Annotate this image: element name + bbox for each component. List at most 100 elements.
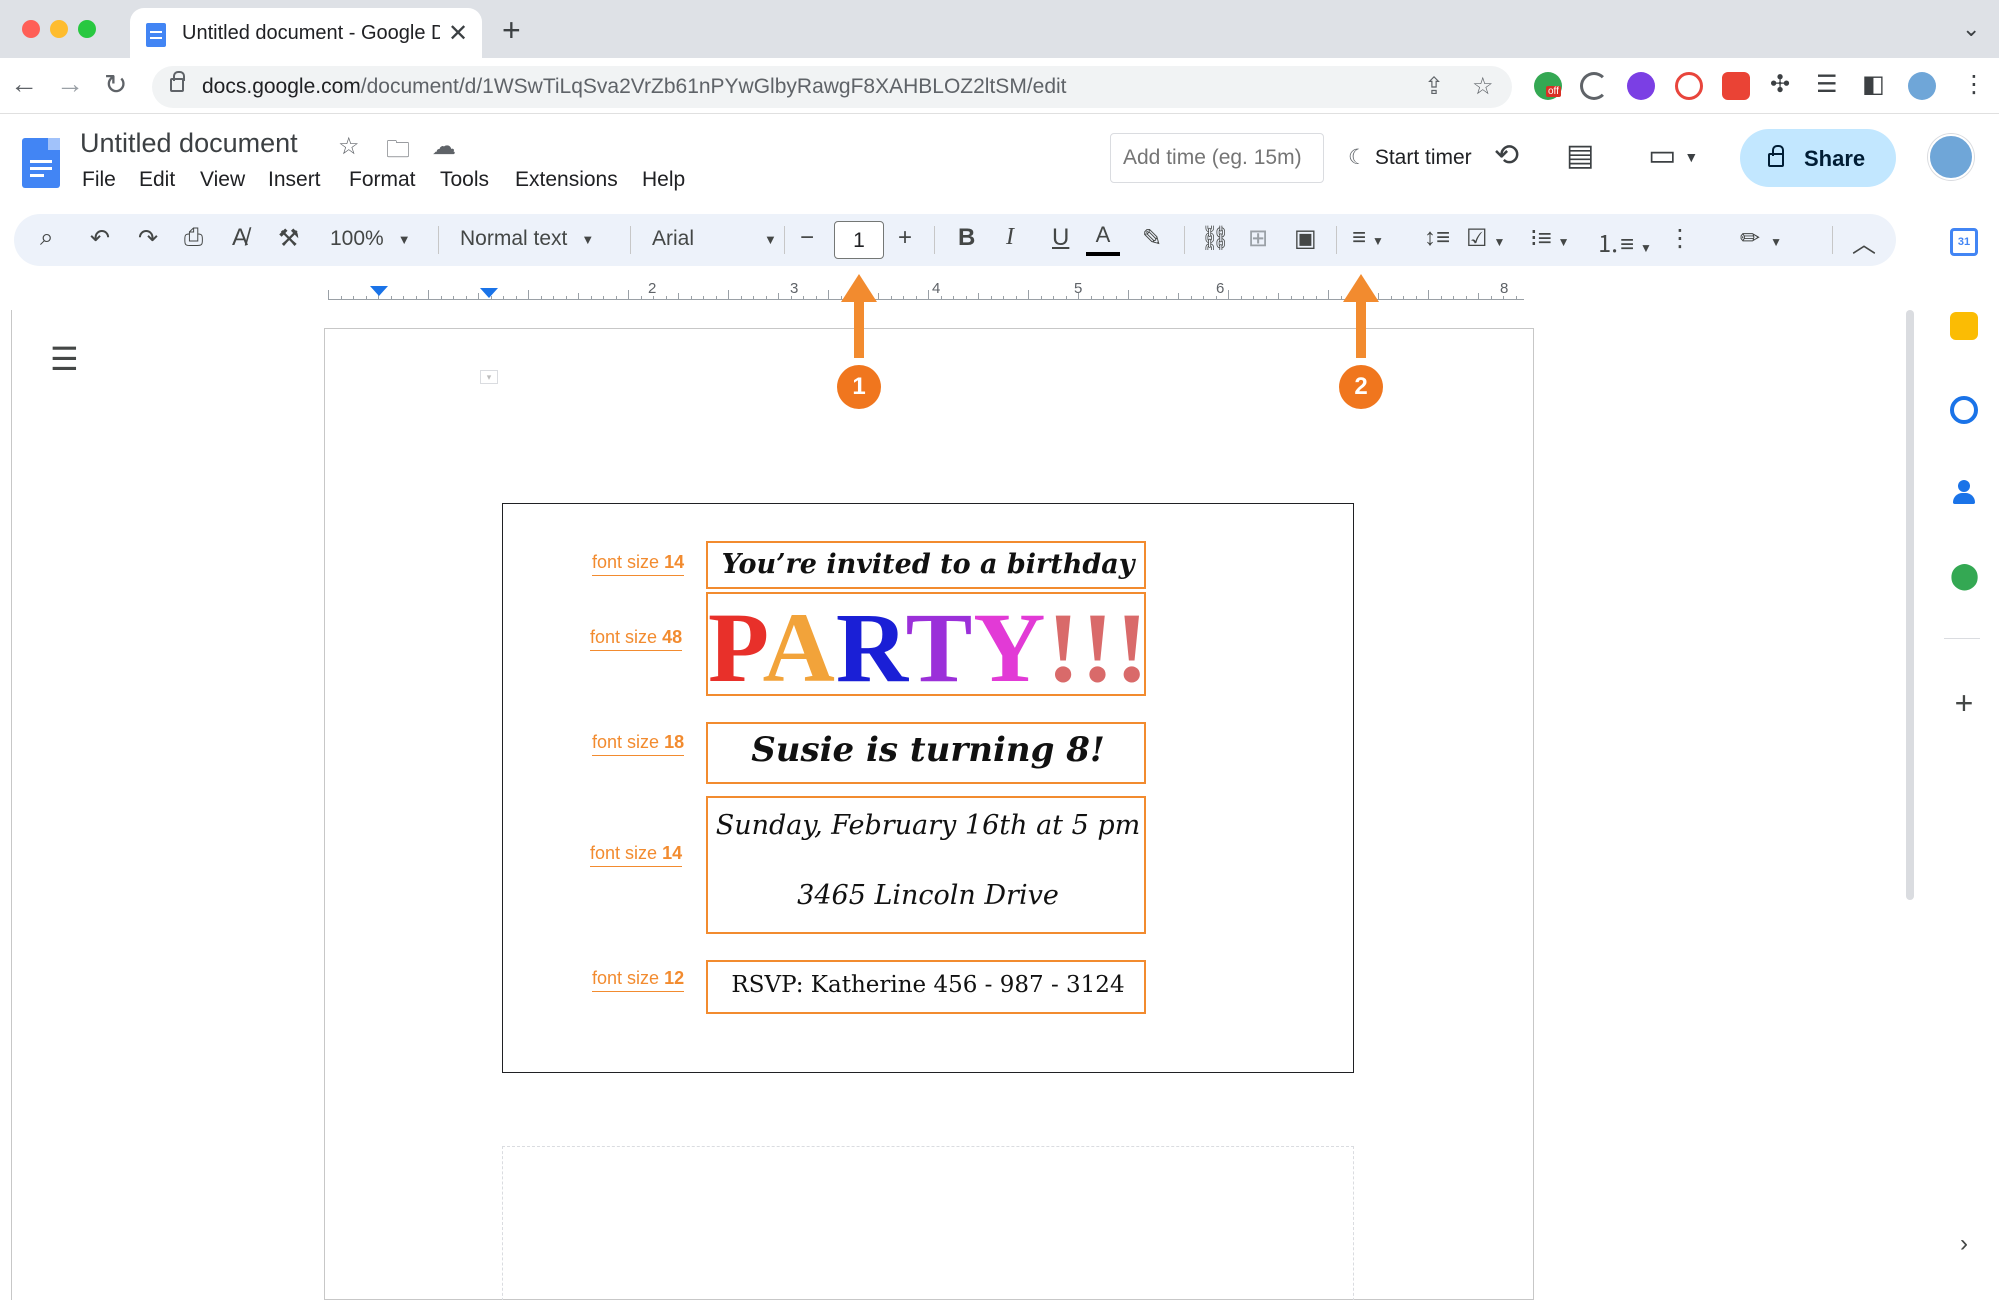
ruler-tick: [940, 296, 942, 300]
extension-grammarly-icon[interactable]: off: [1534, 72, 1562, 100]
paint-format-icon[interactable]: ⚒: [278, 224, 300, 253]
highlight-color-icon[interactable]: ✎: [1142, 224, 1162, 253]
ruler-tick: [890, 296, 892, 300]
add-addon-plus-icon[interactable]: +: [1950, 687, 1978, 719]
checklist-icon[interactable]: ☑ ▼: [1466, 224, 1505, 253]
calendar-icon[interactable]: 31: [1950, 228, 1978, 256]
window-close-button[interactable]: [22, 20, 40, 38]
expand-panel-chevron-icon[interactable]: ›: [1950, 1230, 1978, 1258]
undo-icon[interactable]: ↶: [90, 224, 110, 253]
bulleted-list-icon[interactable]: ⁝≡ ▼: [1530, 224, 1570, 253]
font-dropdown[interactable]: Arial ▼: [652, 227, 777, 251]
left-indent-marker[interactable]: [370, 286, 388, 296]
extension-ring-icon[interactable]: [1675, 72, 1703, 100]
decrease-font-size-button[interactable]: −: [800, 224, 814, 252]
ruler-tick: [1390, 296, 1392, 300]
reading-list-icon[interactable]: ☰: [1816, 70, 1838, 99]
forward-arrow-icon[interactable]: →: [56, 68, 84, 100]
video-camera-icon[interactable]: ▭ ▼: [1648, 138, 1698, 173]
font-size-input[interactable]: 1: [834, 221, 884, 259]
insert-link-icon[interactable]: ⛓: [1200, 224, 1230, 253]
profile-avatar[interactable]: [1908, 72, 1936, 100]
ruler-tick: [778, 293, 779, 300]
history-icon[interactable]: ⟲: [1494, 138, 1519, 173]
menu-extensions[interactable]: Extensions: [515, 168, 618, 192]
spellcheck-icon[interactable]: A̸: [232, 224, 248, 252]
tab-search-icon[interactable]: ⌄: [1962, 16, 1980, 42]
menu-file[interactable]: File: [82, 168, 116, 192]
vertical-scrollbar[interactable]: [1906, 310, 1914, 900]
ruler-tick: [403, 296, 404, 300]
search-menus-icon[interactable]: ⌕: [40, 224, 53, 252]
close-tab-icon[interactable]: ✕: [448, 19, 468, 48]
side-panel-icon[interactable]: ◧: [1862, 70, 1885, 99]
tab-title: Untitled document - Google Docs: [182, 22, 440, 44]
menu-format[interactable]: Format: [349, 168, 416, 192]
italic-button[interactable]: I: [1006, 224, 1014, 251]
align-left-icon[interactable]: ≡ ▼: [1352, 224, 1384, 252]
invite-line-text: You’re invited to a birthday: [721, 549, 1135, 580]
account-avatar[interactable]: [1928, 134, 1974, 180]
back-arrow-icon[interactable]: ←: [10, 68, 38, 100]
paragraph-style-dropdown[interactable]: Normal text ▼: [460, 227, 594, 251]
window-zoom-button[interactable]: [78, 20, 96, 38]
ruler-tick: [1315, 296, 1317, 300]
extension-w-icon[interactable]: [1627, 72, 1655, 100]
tasks-icon[interactable]: [1950, 396, 1978, 424]
redo-icon[interactable]: ↷: [138, 224, 158, 253]
menu-insert[interactable]: Insert: [268, 168, 321, 192]
vertical-ruler[interactable]: [0, 310, 12, 1300]
share-page-icon[interactable]: ⇪: [1424, 72, 1444, 101]
new-tab-button[interactable]: +: [502, 12, 521, 49]
reload-icon[interactable]: ↻: [104, 68, 127, 101]
menu-tools[interactable]: Tools: [440, 168, 489, 192]
lock-icon[interactable]: [170, 71, 185, 92]
menu-help[interactable]: Help: [642, 168, 685, 192]
menu-view[interactable]: View: [200, 168, 245, 192]
editing-mode-pencil-icon[interactable]: ✏ ▼: [1740, 224, 1782, 253]
line-spacing-icon[interactable]: ↕≡: [1424, 224, 1450, 252]
start-timer-button[interactable]: ☾ Start timer: [1348, 145, 1472, 170]
cloud-saved-icon[interactable]: ☁: [432, 132, 456, 161]
ruler-tick: [453, 296, 454, 300]
zoom-dropdown[interactable]: 100% ▼: [330, 227, 411, 251]
party-text: PARTY!!!: [708, 598, 1148, 698]
ruler-tick: [328, 290, 329, 300]
contacts-icon[interactable]: [1950, 478, 1978, 506]
first-line-indent-marker[interactable]: [480, 288, 498, 298]
text-color-button[interactable]: A: [1086, 222, 1120, 256]
hide-menus-chevron-up-icon[interactable]: ︿: [1852, 224, 1876, 259]
underline-button[interactable]: U: [1052, 224, 1069, 252]
comment-icon[interactable]: ▤: [1566, 138, 1594, 173]
ruler-tick: [1003, 296, 1004, 300]
ruler-tick: [903, 296, 904, 300]
increase-font-size-button[interactable]: +: [898, 224, 912, 252]
numbered-list-icon[interactable]: ⒈≡ ▼: [1596, 224, 1652, 259]
ruler-label: 3: [790, 280, 799, 297]
bookmark-star-icon[interactable]: ☆: [1472, 72, 1494, 101]
browser-tab[interactable]: Untitled document - Google Docs ✕: [130, 8, 482, 58]
print-icon[interactable]: ⎙: [184, 224, 203, 252]
keep-icon[interactable]: [1950, 312, 1978, 340]
docs-logo-icon[interactable]: [22, 138, 60, 188]
window-minimize-button[interactable]: [50, 20, 68, 38]
more-options-icon[interactable]: ⋮: [1668, 224, 1692, 253]
document-title[interactable]: Untitled document: [80, 128, 298, 159]
bold-button[interactable]: B: [958, 224, 975, 252]
maps-pin-icon[interactable]: ⬤: [1950, 560, 1979, 590]
extension-shield-icon[interactable]: [1722, 72, 1750, 100]
menu-edit[interactable]: Edit: [139, 168, 175, 192]
extensions-puzzle-icon[interactable]: ✣: [1770, 70, 1790, 99]
star-icon[interactable]: ☆: [338, 132, 360, 161]
ruler-tick: [428, 290, 429, 300]
share-button[interactable]: Share: [1740, 129, 1896, 187]
address-bar[interactable]: docs.google.com/document/d/1WSwTiLqSva2V…: [152, 66, 1512, 108]
ruler-tick: [503, 296, 504, 300]
add-time-input[interactable]: [1110, 133, 1324, 183]
document-outline-icon[interactable]: ☰: [50, 340, 79, 378]
extension-loader-icon[interactable]: [1580, 72, 1608, 100]
add-comment-icon[interactable]: ⊞: [1248, 224, 1268, 253]
browser-menu-icon[interactable]: ⋮: [1962, 70, 1986, 99]
move-folder-icon[interactable]: 🗀: [386, 132, 410, 173]
insert-image-icon[interactable]: ▣: [1294, 224, 1317, 253]
